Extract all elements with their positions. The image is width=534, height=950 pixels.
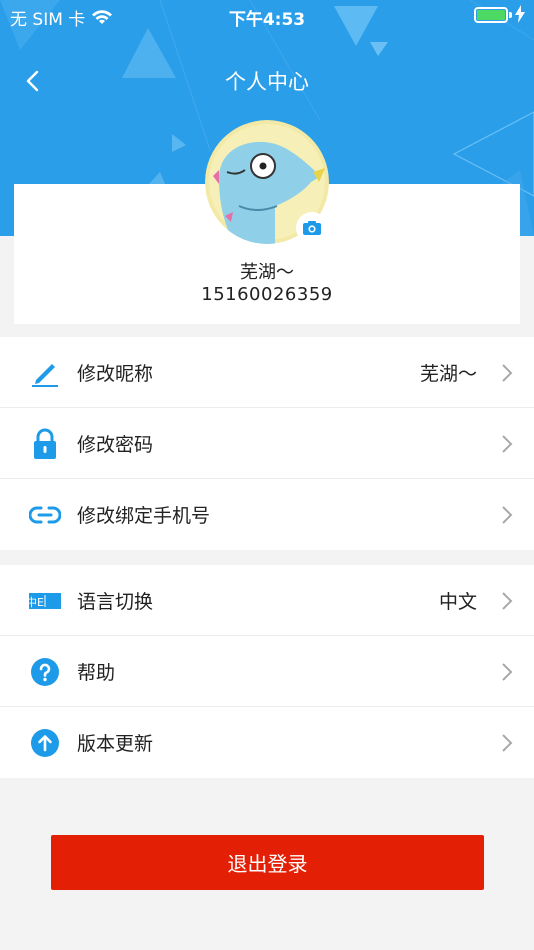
menu-item-label: 帮助 [77,661,116,684]
charging-bolt-icon [515,5,525,23]
chevron-right-icon [502,734,513,752]
menu-item-edit-nickname[interactable]: 修改昵称 芜湖～ [0,337,534,408]
page-title: 个人中心 [225,70,309,94]
battery-tip [509,12,512,18]
lock-icon [29,428,61,459]
menu-item-change-phone[interactable]: 修改绑定手机号 [0,479,534,550]
menu-item-label: 修改绑定手机号 [77,505,211,527]
menu-item-label: 语言切换 [77,590,154,613]
chevron-right-icon [502,435,513,453]
menu-item-change-password[interactable]: 修改密码 [0,408,534,479]
battery-icon [474,7,508,23]
edit-pencil-icon [29,358,61,388]
menu-item-label: 版本更新 [77,733,154,755]
menu-item-label: 修改昵称 [77,362,154,385]
menu-item-language[interactable]: 中E 语言切换 中文 [0,565,534,636]
chevron-right-icon [502,663,513,681]
language-switch-icon: 中E [29,586,61,616]
status-bar: 无 SIM 卡 下午4:53 [0,0,534,30]
profile-phone: 15160026359 [201,284,333,305]
status-time: 下午4:53 [228,10,306,30]
change-avatar-button[interactable] [296,212,328,244]
menu-item-version-update[interactable]: 版本更新 [0,707,534,778]
logout-button[interactable]: 退出登录 [51,835,484,890]
profile-nickname: 芜湖～ [240,262,294,283]
menu-group-general: 中E 语言切换 中文 帮助 版本更新 [0,565,534,778]
nav-bar: 个人中心 [0,56,534,104]
help-question-icon [29,657,61,687]
update-arrow-icon [29,728,61,758]
link-icon [29,500,61,530]
battery-level [477,10,505,20]
menu-item-value: 芜湖～ [419,362,477,385]
menu-item-label: 修改密码 [77,433,154,456]
chevron-right-icon [502,506,513,524]
camera-icon [303,221,321,235]
menu-item-value: 中文 [438,590,477,613]
language-icon-text: 中E [29,596,44,609]
menu-item-help[interactable]: 帮助 [0,636,534,707]
menu-group-account: 修改昵称 芜湖～ 修改密码 修改绑定手机号 [0,337,534,550]
chevron-right-icon [502,364,513,382]
chevron-right-icon [502,592,513,610]
